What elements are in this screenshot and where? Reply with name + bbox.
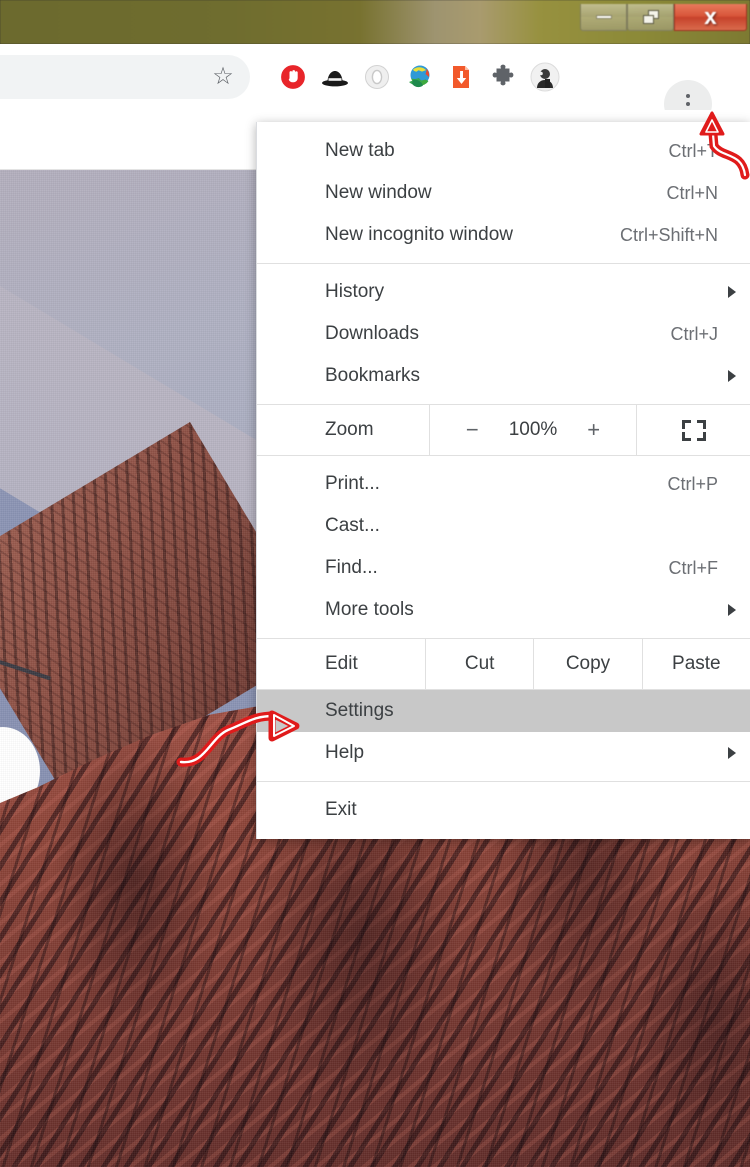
menu-item-shortcut: Ctrl+T [668, 140, 719, 161]
menu-item-label: History [325, 281, 385, 302]
menu-item-bookmarks[interactable]: Bookmarks [257, 355, 750, 397]
menu-item-new-incognito-window[interactable]: New incognito window Ctrl+Shift+N [257, 214, 750, 256]
menu-item-label: Downloads [325, 323, 419, 344]
fullscreen-button[interactable] [637, 405, 750, 455]
zoom-controls: − 100% + [429, 405, 637, 455]
chevron-right-icon [728, 370, 736, 382]
menu-item-exit[interactable]: Exit [257, 789, 750, 831]
browser-screenshot: x ☆ New tab Ctrl+T New window Ctrl+N New… [0, 0, 750, 1167]
chevron-right-icon [728, 286, 736, 298]
close-button[interactable]: x [674, 3, 747, 31]
address-bar[interactable]: ☆ [0, 55, 250, 99]
chevron-right-icon [728, 604, 736, 616]
gray-ring-icon[interactable] [356, 56, 398, 98]
menu-item-new-tab[interactable]: New tab Ctrl+T [257, 130, 750, 172]
menu-item-shortcut: Ctrl+P [667, 473, 718, 494]
bookmark-star-button[interactable]: ☆ [208, 62, 238, 92]
window-controls: x [580, 2, 747, 32]
edit-label: Edit [325, 653, 358, 674]
cut-button[interactable]: Cut [425, 639, 533, 689]
chevron-right-icon [728, 747, 736, 759]
paste-button[interactable]: Paste [641, 639, 750, 689]
menu-item-label: More tools [325, 599, 414, 620]
menu-item-cast[interactable]: Cast... [257, 505, 750, 547]
puzzle-piece-icon[interactable] [482, 56, 524, 98]
ghostery-hat-icon[interactable] [314, 56, 356, 98]
menu-item-settings[interactable]: Settings [257, 690, 750, 732]
menu-item-downloads[interactable]: Downloads Ctrl+J [257, 313, 750, 355]
menu-zoom-row: Zoom − 100% + [257, 404, 750, 456]
menu-edit-row: Edit Cut Copy Paste [257, 638, 750, 690]
adblock-icon[interactable] [272, 56, 314, 98]
menu-separator [257, 263, 750, 264]
menu-item-new-window[interactable]: New window Ctrl+N [257, 172, 750, 214]
copy-button[interactable]: Copy [533, 639, 641, 689]
window-titlebar: x [0, 0, 750, 44]
zoom-in-button[interactable]: + [587, 417, 600, 443]
menu-item-shortcut: Ctrl+Shift+N [619, 224, 718, 245]
star-icon: ☆ [212, 63, 234, 90]
menu-separator [257, 781, 750, 782]
menu-item-label: New window [325, 182, 432, 203]
menu-item-help[interactable]: Help [257, 732, 750, 774]
menu-item-label: Settings [325, 700, 394, 721]
close-icon: x [704, 3, 717, 29]
extension-icons [272, 56, 566, 98]
idm-globe-icon[interactable] [398, 56, 440, 98]
menu-item-label: Print... [325, 473, 380, 494]
zoom-label: Zoom [325, 419, 374, 440]
menu-item-shortcut: Ctrl+F [668, 557, 719, 578]
zoom-level-value: 100% [508, 419, 558, 440]
menu-spacer [257, 397, 750, 404]
menu-item-more-tools[interactable]: More tools [257, 589, 750, 631]
menu-item-label: Cast... [325, 515, 380, 536]
menu-item-label: Find... [325, 557, 378, 578]
fullscreen-icon [681, 419, 706, 441]
menu-item-shortcut: Ctrl+J [670, 323, 718, 344]
download-arrow-icon[interactable] [440, 56, 482, 98]
minimize-icon [595, 14, 612, 19]
avatar-icon[interactable] [524, 56, 566, 98]
menu-item-label: New incognito window [325, 224, 513, 245]
restore-button[interactable] [627, 3, 674, 31]
menu-spacer [257, 456, 750, 463]
menu-spacer [257, 631, 750, 638]
zoom-out-button[interactable]: − [466, 417, 479, 443]
menu-item-find[interactable]: Find... Ctrl+F [257, 547, 750, 589]
menu-item-label: Bookmarks [325, 365, 421, 386]
menu-item-history[interactable]: History [257, 271, 750, 313]
menu-item-label: Exit [325, 799, 357, 820]
menu-item-shortcut: Ctrl+N [666, 182, 718, 203]
menu-item-label: Help [325, 742, 365, 763]
restore-icon [642, 9, 659, 24]
chrome-main-menu: New tab Ctrl+T New window Ctrl+N New inc… [256, 122, 750, 839]
menu-item-label: New tab [325, 140, 395, 161]
minimize-button[interactable] [580, 3, 627, 31]
browser-toolbar: ☆ [0, 44, 750, 128]
menu-item-print[interactable]: Print... Ctrl+P [257, 463, 750, 505]
